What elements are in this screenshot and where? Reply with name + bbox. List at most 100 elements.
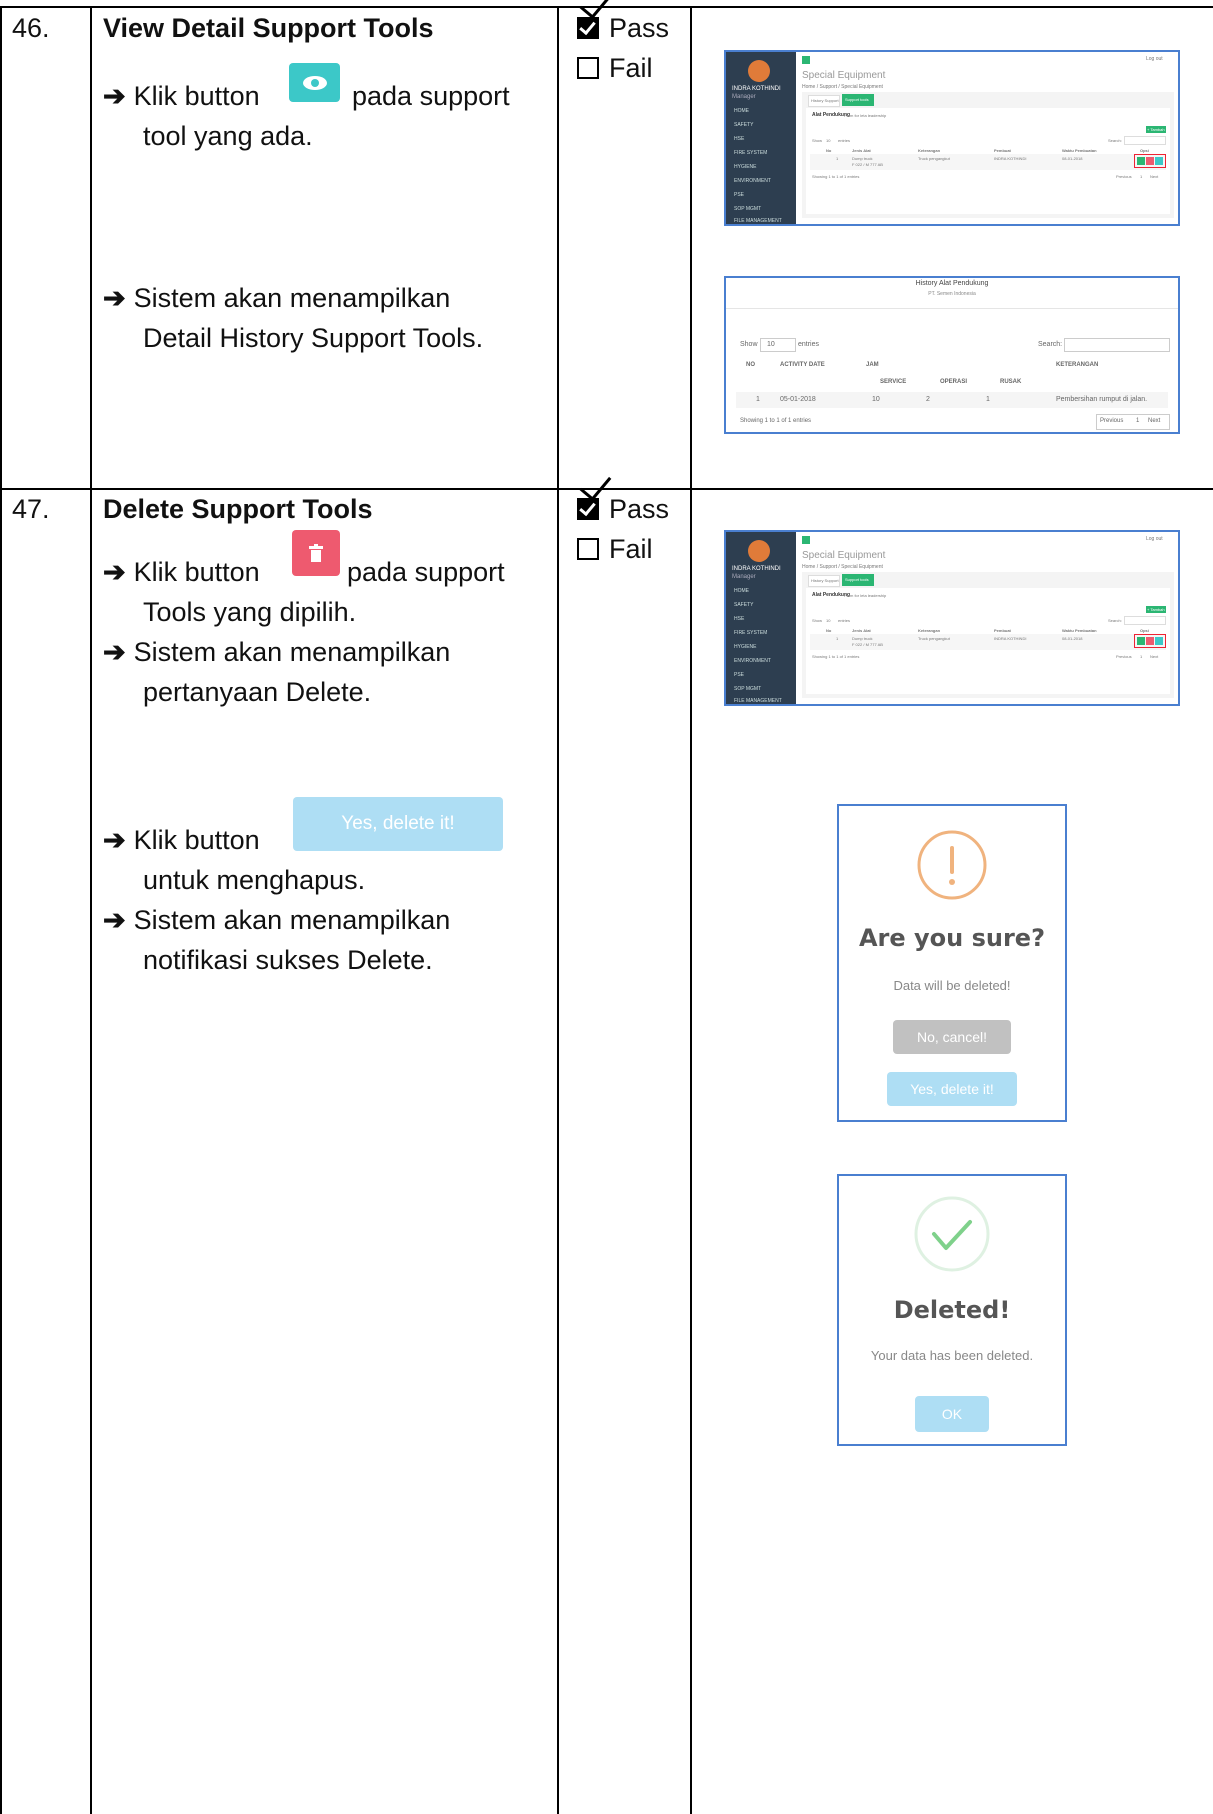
step-text: Tools yang dipilih. (143, 597, 357, 627)
step-text: tool yang ada. (143, 121, 313, 151)
step-text: ➔ Sistem akan menampilkan (103, 905, 451, 935)
previous-button[interactable]: Previous (1116, 654, 1132, 659)
arrow-right-icon: ➔ (103, 825, 126, 855)
search-input[interactable] (1064, 338, 1170, 352)
menu-item[interactable]: PSE (734, 192, 744, 198)
entries-select[interactable]: 10 (826, 138, 830, 143)
column-header: Opsi (1140, 628, 1149, 633)
ok-button[interactable]: OK (915, 1396, 989, 1432)
yes-delete-button[interactable]: Yes, delete it! (293, 797, 503, 851)
menu-item[interactable]: SOP MGMT (734, 206, 761, 212)
cell-service: 10 (872, 396, 880, 403)
page-title: Special Equipment (802, 550, 886, 561)
page-1-button[interactable]: 1 (1140, 654, 1142, 659)
next-button[interactable]: Next (1150, 654, 1158, 659)
delete-button[interactable] (292, 530, 340, 576)
menu-item[interactable]: FIRE SYSTEM (734, 150, 767, 156)
tab-support-tools[interactable]: Support tools (842, 94, 874, 106)
arrow-right-icon: ➔ (103, 283, 126, 313)
entries-label: entries (798, 341, 820, 348)
next-button[interactable]: Next (1148, 418, 1160, 424)
delete-button[interactable] (1146, 637, 1154, 645)
tab-history[interactable]: History Support (808, 95, 840, 107)
search-input[interactable] (1124, 136, 1166, 145)
cell-waktu: 08-01-2018 (1062, 636, 1083, 641)
cancel-button[interactable]: No, cancel! (893, 1020, 1011, 1054)
menu-toggle-button[interactable] (802, 536, 810, 544)
column-header: Jenis Alat (852, 148, 871, 153)
menu-toggle-button[interactable] (802, 56, 810, 64)
column-header: Keterangan (918, 148, 941, 153)
showing-entries: Showing 1 to 1 of 1 entries (812, 654, 860, 659)
column-header-service: SERVICE (880, 379, 907, 385)
column-header: No (826, 628, 832, 633)
search-input[interactable] (1124, 616, 1166, 625)
cell-jenis-plate: F 022 / M 777 AB (852, 162, 883, 167)
test-title: Delete Support Tools (103, 494, 373, 524)
step-text: ➔ Klik button (103, 557, 260, 587)
previous-button[interactable]: Previous (1100, 418, 1123, 424)
entries-select[interactable]: 10 (826, 618, 830, 623)
menu-item[interactable]: FIRE SYSTEM (734, 630, 767, 636)
cell-no: 1 (756, 396, 760, 403)
step-text: pada support (352, 81, 510, 111)
menu-item[interactable]: ENVIRONMENT (734, 178, 771, 184)
page-1-button[interactable]: 1 (1140, 174, 1142, 179)
cell-keterangan: Truck pengangkut (918, 636, 950, 641)
column-header: Opsi (1140, 148, 1149, 153)
step-text: untuk menghapus. (143, 865, 366, 895)
page-1-button[interactable]: 1 (1136, 418, 1139, 424)
pass-checkbox[interactable]: Pass (577, 489, 669, 529)
add-button[interactable]: + Tambah (1146, 126, 1166, 133)
cell-operasi: 2 (926, 396, 930, 403)
menu-item[interactable]: HSE (734, 616, 744, 622)
col-divider-1 (90, 6, 92, 1814)
delete-success-modal: Deleted! Your data has been deleted. OK (837, 1174, 1067, 1446)
entries-select[interactable]: 10 (760, 338, 796, 352)
tab-history[interactable]: History Support (808, 575, 840, 587)
tab-support-tools[interactable]: Support tools (842, 574, 874, 586)
confirm-delete-button[interactable]: Yes, delete it! (887, 1072, 1017, 1106)
delete-button[interactable] (1146, 157, 1154, 165)
menu-item[interactable]: ENVIRONMENT (734, 658, 771, 664)
edit-button[interactable] (1137, 157, 1145, 165)
logout-link[interactable]: Log out (1146, 536, 1163, 542)
menu-item[interactable]: SOP MGMT (734, 686, 761, 692)
menu-item[interactable]: PSE (734, 672, 744, 678)
edit-button[interactable] (1137, 637, 1145, 645)
menu-item[interactable]: HOME (734, 588, 749, 594)
column-header: Waktu Pembuatan (1062, 148, 1097, 153)
cell-no: 1 (836, 636, 839, 641)
fail-checkbox[interactable]: Fail (577, 529, 653, 569)
menu-item[interactable]: HOME (734, 108, 749, 114)
panel-subtitle: Form for leta leadership (844, 593, 887, 598)
next-button[interactable]: Next (1150, 174, 1158, 179)
menu-item[interactable]: SAFETY (734, 122, 753, 128)
modal-text: Data will be deleted! (893, 978, 1011, 993)
fail-checkbox[interactable]: Fail (577, 48, 653, 88)
add-button[interactable]: + Tambah (1146, 606, 1166, 613)
arrow-right-icon: ➔ (103, 557, 126, 587)
previous-button[interactable]: Previous (1116, 174, 1132, 179)
logout-link[interactable]: Log out (1146, 56, 1163, 62)
menu-item[interactable]: SAFETY (734, 602, 753, 608)
column-header-date: ACTIVITY DATE (780, 362, 825, 368)
menu-item[interactable]: HYGIENE (734, 164, 757, 170)
col-divider-2 (557, 6, 559, 1814)
step-text: ➔ Klik button (103, 81, 260, 111)
view-button[interactable] (1155, 157, 1163, 165)
col-divider-3 (690, 6, 692, 1814)
menu-item[interactable]: HYGIENE (734, 644, 757, 650)
step-text: Detail History Support Tools. (143, 323, 484, 353)
screenshot-support-tools: INDRA KOTHINDI Manager HOME SAFETY HSE F… (724, 50, 1180, 226)
view-button[interactable] (1155, 637, 1163, 645)
show-label: Show (740, 341, 758, 348)
eye-icon (302, 75, 327, 90)
menu-item[interactable]: FILE MANAGEMENT (734, 698, 782, 704)
trash-icon (309, 544, 323, 562)
menu-item[interactable]: HSE (734, 136, 744, 142)
divider (726, 308, 1178, 309)
view-button[interactable] (289, 63, 340, 102)
menu-item[interactable]: FILE MANAGEMENT (734, 218, 782, 224)
pass-checkbox[interactable]: Pass (577, 8, 669, 48)
